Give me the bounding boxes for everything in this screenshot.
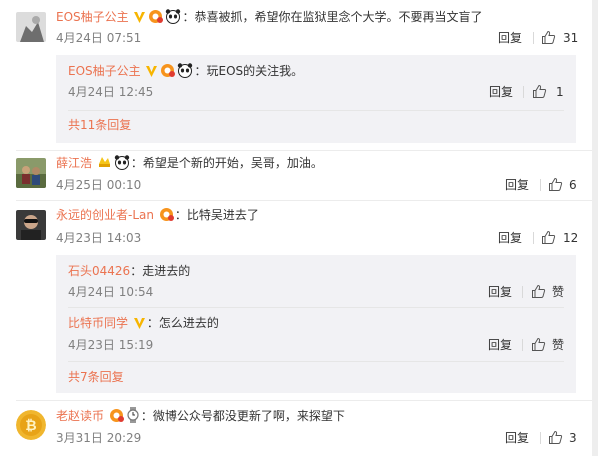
- thumbs-up-icon[interactable]: [541, 30, 556, 45]
- like-count: 12: [563, 231, 579, 245]
- comment-body: 老赵读币 ：微博公众号都没更新了啊，来探望下: [56, 407, 345, 427]
- thumbs-up-icon[interactable]: [548, 177, 563, 192]
- comment-divider: [16, 400, 598, 401]
- thumbs-up-icon[interactable]: [531, 284, 546, 299]
- reply-time: 4月24日 10:54: [68, 285, 154, 299]
- like-count: 1: [556, 85, 564, 99]
- comment-divider: [16, 150, 598, 151]
- username-link[interactable]: 比特币同学: [68, 316, 128, 330]
- thumbs-up-icon[interactable]: [532, 84, 547, 99]
- divider: [523, 86, 524, 98]
- reply-button[interactable]: 回复: [505, 177, 529, 193]
- reply-time: 4月23日 15:19: [68, 338, 154, 352]
- thumbs-up-icon[interactable]: [541, 230, 556, 245]
- verified-v-icon: [145, 65, 158, 82]
- divider: [540, 432, 541, 444]
- reply-button[interactable]: 回复: [498, 30, 522, 46]
- comment-body: 永远的创业者-Lan ：比特吴进去了: [56, 207, 259, 226]
- divider: [540, 179, 541, 191]
- scroll-edge: [592, 0, 598, 456]
- reply-body: EOS柚子公主 ：玩EOS的关注我。: [68, 62, 303, 82]
- like-count: 31: [563, 31, 579, 45]
- reply-list: 石头04426：走进去的 4月24日 10:54 回复 赞 比特币同学 ：怎么进…: [56, 255, 576, 393]
- reply-divider: [68, 361, 564, 362]
- comment-time: 4月24日 07:51: [56, 31, 142, 45]
- comment-body: 薛江浩 ：希望是个新的开始，吴哥，加油。: [56, 154, 323, 174]
- vip-badge-icon: [159, 207, 174, 226]
- verified-v-icon: [133, 317, 146, 334]
- reply-list: EOS柚子公主 ：玩EOS的关注我。 4月24日 12:45 回复 1 共11条…: [56, 55, 576, 143]
- comment-time: 3月31日 20:29: [56, 431, 142, 445]
- divider: [522, 286, 523, 298]
- like-count: 3: [569, 431, 577, 445]
- comment-text: ：希望是个新的开始，吴哥，加油。: [130, 156, 323, 170]
- divider: [533, 232, 534, 244]
- comment-text: ：微博公众号都没更新了啊，来探望下: [140, 409, 345, 423]
- reply-button[interactable]: 回复: [498, 230, 522, 246]
- username-link[interactable]: 薛江浩: [56, 156, 92, 170]
- username-link[interactable]: 永远的创业者-Lan: [56, 208, 154, 222]
- wristwatch-emoji-icon: [126, 407, 140, 427]
- reply-divider: [68, 110, 564, 111]
- reply-body: 比特币同学 ：怎么进去的: [68, 315, 219, 334]
- thumbs-up-icon[interactable]: [548, 430, 563, 445]
- reply-text: ：怎么进去的: [146, 316, 219, 330]
- verified-v-icon: [133, 11, 146, 28]
- more-replies-link[interactable]: 共11条回复: [68, 117, 131, 133]
- reply-button[interactable]: 回复: [488, 284, 512, 300]
- username-link[interactable]: EOS柚子公主: [68, 64, 141, 78]
- reply-button[interactable]: 回复: [489, 84, 513, 100]
- panda-emoji-icon: [114, 154, 130, 174]
- divider: [533, 32, 534, 44]
- svg-text:₿: ₿: [25, 418, 36, 434]
- vip-badge-icon: [148, 9, 164, 28]
- comment-text: ：比特吴进去了: [174, 208, 259, 222]
- thumbs-up-icon[interactable]: [531, 337, 546, 352]
- divider: [522, 339, 523, 351]
- reply-text: ：玩EOS的关注我。: [194, 64, 304, 78]
- reply-divider: [68, 307, 564, 308]
- comment-text: ：恭喜被抓，希望你在监狱里念个大学。不要再当文盲了: [182, 10, 483, 24]
- comment-body: EOS柚子公主 ：恭喜被抓，希望你在监狱里念个大学。不要再当文盲了: [56, 8, 483, 28]
- like-count: 赞: [552, 285, 565, 299]
- reply-body: 石头04426：走进去的: [68, 263, 190, 279]
- vip-badge-icon: [160, 63, 176, 82]
- comment-time: 4月23日 14:03: [56, 231, 142, 245]
- avatar[interactable]: [16, 210, 46, 240]
- panda-emoji-icon: [177, 62, 193, 82]
- like-count: 赞: [552, 338, 565, 352]
- avatar[interactable]: [16, 158, 46, 188]
- bitcoin-avatar[interactable]: ₿: [16, 410, 46, 440]
- comment-time: 4月25日 00:10: [56, 178, 142, 192]
- more-replies-link[interactable]: 共7条回复: [68, 369, 124, 385]
- reply-time: 4月24日 12:45: [68, 85, 154, 99]
- username-link[interactable]: EOS柚子公主: [56, 10, 129, 24]
- reply-text: ：走进去的: [130, 264, 191, 278]
- like-count: 6: [569, 178, 577, 192]
- username-link[interactable]: 石头04426: [68, 264, 130, 278]
- vip-badge-icon: [109, 408, 124, 427]
- reply-button[interactable]: 回复: [505, 430, 529, 446]
- gold-badge-icon: [97, 155, 112, 174]
- username-link[interactable]: 老赵读币: [56, 409, 104, 423]
- panda-emoji-icon: [165, 8, 181, 28]
- avatar[interactable]: [16, 12, 46, 42]
- reply-button[interactable]: 回复: [488, 337, 512, 353]
- comment-divider: [16, 200, 598, 201]
